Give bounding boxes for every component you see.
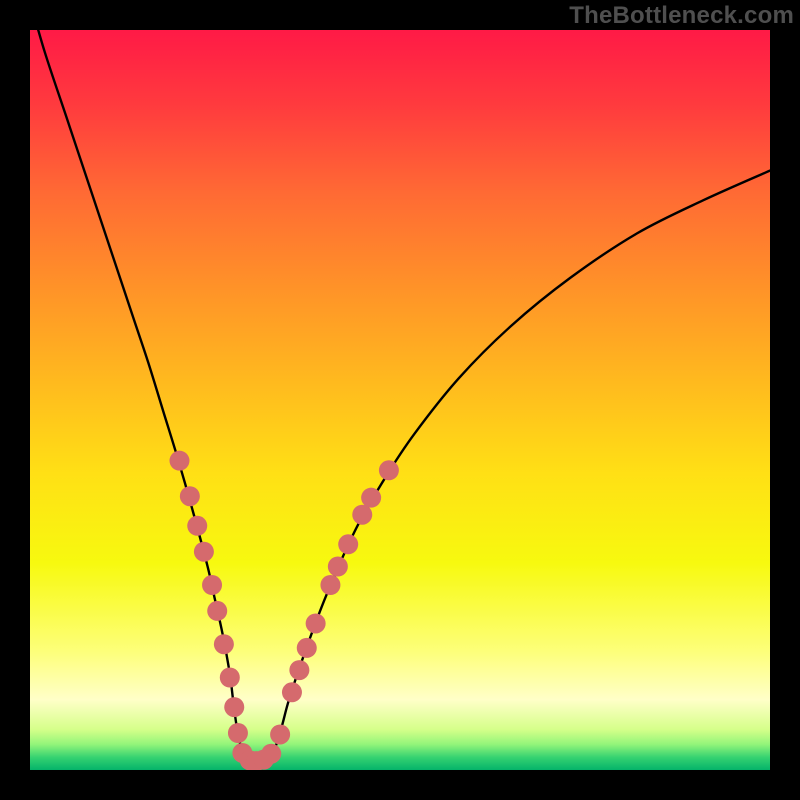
data-dot xyxy=(306,613,326,633)
data-dot xyxy=(352,505,372,525)
data-dot xyxy=(338,534,358,554)
data-dot xyxy=(194,542,214,562)
data-dot xyxy=(379,460,399,480)
data-dot xyxy=(187,516,207,536)
data-dot xyxy=(282,682,302,702)
chart-frame: TheBottleneck.com xyxy=(0,0,800,800)
data-dot xyxy=(361,488,381,508)
data-dot xyxy=(169,451,189,471)
data-dot xyxy=(207,601,227,621)
data-dot xyxy=(289,660,309,680)
data-dot xyxy=(202,575,222,595)
data-dot xyxy=(297,638,317,658)
data-dot xyxy=(180,486,200,506)
data-dot xyxy=(228,723,248,743)
data-dot xyxy=(270,724,290,744)
chart-svg xyxy=(30,30,770,770)
watermark-text: TheBottleneck.com xyxy=(569,2,794,30)
data-dot xyxy=(214,634,234,654)
gradient-background xyxy=(30,30,770,770)
data-dot xyxy=(220,668,240,688)
data-dot xyxy=(328,557,348,577)
plot-area xyxy=(30,30,770,770)
data-dot xyxy=(320,575,340,595)
data-dot xyxy=(261,744,281,764)
data-dot xyxy=(224,697,244,717)
